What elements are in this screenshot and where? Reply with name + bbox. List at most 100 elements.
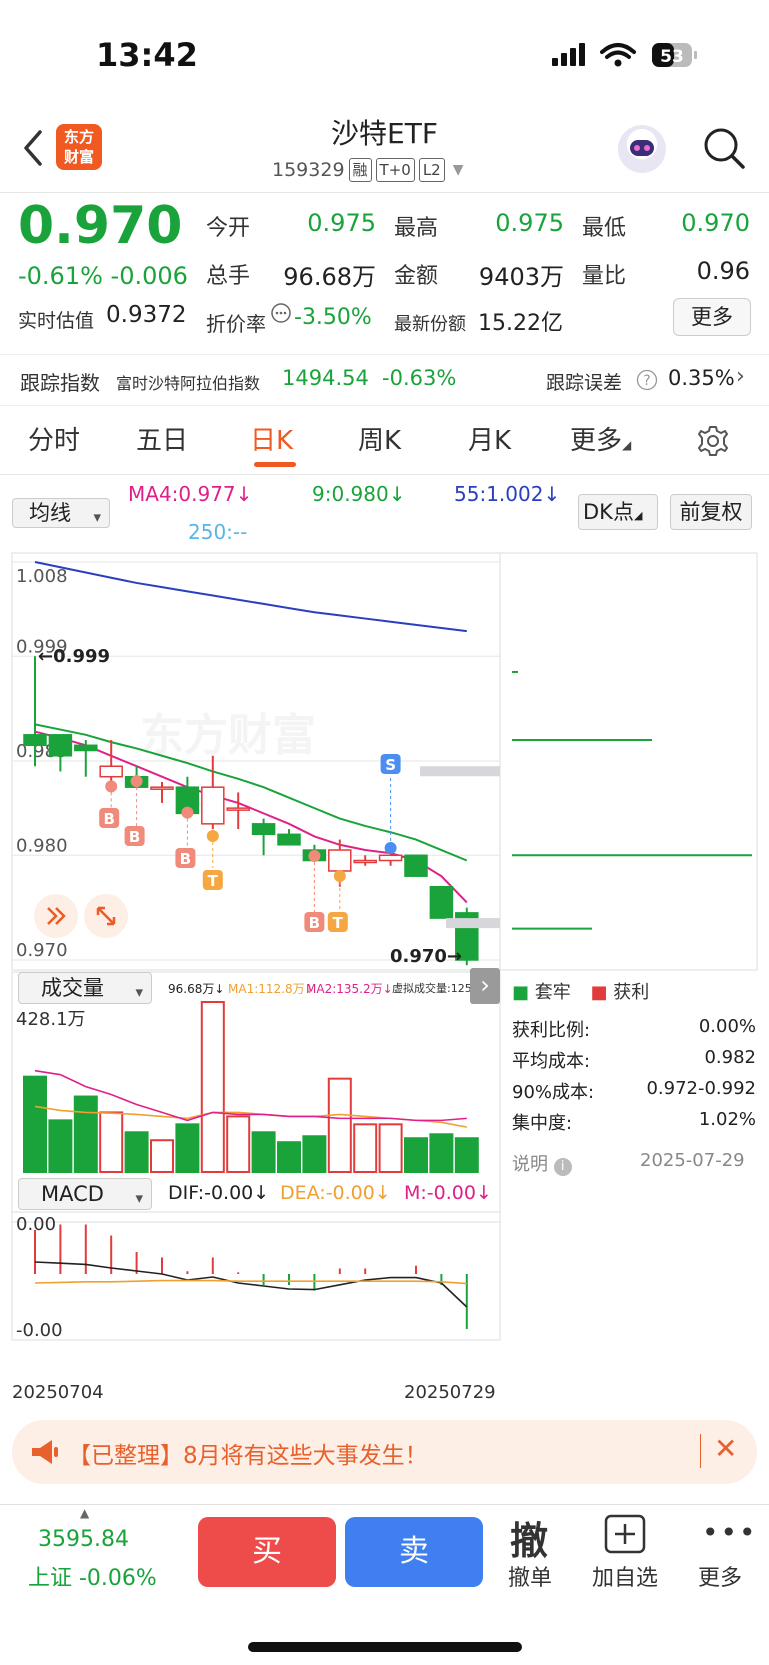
high-value: 0.975	[495, 209, 564, 237]
macd-bottom-label: -0.00	[16, 1320, 63, 1341]
up-triangle-icon: ▲	[80, 1506, 90, 1520]
volume-bar	[327, 1077, 352, 1173]
candle-body	[378, 854, 403, 862]
chevron-right-icon[interactable]: ›	[470, 968, 500, 1004]
y-axis-label: 0.970	[16, 940, 68, 961]
y-axis-label: 0.980	[16, 835, 68, 856]
macd-chart	[34, 1224, 468, 1329]
adjust-button[interactable]: 前复权	[670, 494, 752, 530]
date-start: 20250704	[12, 1382, 104, 1403]
last-price: 0.970	[18, 196, 183, 256]
status-icons: 53	[552, 43, 697, 67]
volume-select[interactable]: 成交量	[18, 972, 152, 1007]
volume-bar	[454, 1137, 479, 1174]
chip-row: 90%成本: 0.972-0.992	[512, 1078, 756, 1103]
date-end: 20250729	[404, 1382, 496, 1403]
volume-bar	[124, 1131, 149, 1174]
volume-bar	[150, 1139, 174, 1174]
volume-bar	[277, 1141, 301, 1173]
active-tab-indicator	[254, 462, 296, 467]
megaphone-icon	[32, 1440, 58, 1464]
index-label[interactable]: 上证 -0.06%	[28, 1560, 157, 1592]
buy-signal-label: B	[180, 850, 191, 868]
buy-button[interactable]: 买	[198, 1517, 336, 1587]
tab-intraday[interactable]: 分时	[28, 420, 80, 457]
volume-ratio-value: 0.96	[696, 257, 750, 285]
volume-bar	[99, 1111, 124, 1173]
open-value: 0.975	[307, 209, 376, 237]
index-value[interactable]: 3595.84	[38, 1527, 129, 1552]
svg-text:53: 53	[660, 47, 684, 67]
tracking-error-value: 0.35%	[668, 366, 735, 390]
add-watchlist-button[interactable]: 加自选	[585, 1560, 665, 1592]
volume-bar	[175, 1123, 200, 1173]
volume-ma2-legend: MA2:135.2万↓	[306, 982, 393, 996]
cancel-order-button[interactable]: 撤单	[490, 1560, 570, 1592]
tab-five-day[interactable]: 五日	[136, 420, 188, 457]
help-icon[interactable]: ?	[636, 369, 658, 391]
tab-more[interactable]: 更多◢	[570, 420, 631, 457]
sell-button[interactable]: 卖	[345, 1517, 483, 1587]
assistant-avatar[interactable]	[618, 125, 666, 173]
signal-dot	[130, 775, 143, 788]
tracking-index-value: 1494.54	[282, 366, 369, 390]
candle-body	[226, 807, 250, 811]
tracking-label: 跟踪指数	[20, 371, 100, 395]
macd-select[interactable]: MACD	[18, 1178, 152, 1213]
expand-arrows-icon	[34, 894, 78, 938]
more-button[interactable]: 更多	[680, 1560, 760, 1592]
chevron-down-icon: ▼	[452, 162, 464, 178]
chip-date: 2025-07-29	[640, 1150, 745, 1171]
tracking-index-change: -0.63%	[382, 366, 457, 390]
close-icon[interactable]: ✕	[714, 1432, 737, 1465]
tracking-index-bar[interactable]: 跟踪指数 富时沙特阿拉伯指数 1494.54 -0.63% 跟踪误差 ? 0.3…	[0, 354, 769, 406]
candle-body	[251, 823, 276, 836]
search-icon[interactable]	[702, 126, 746, 170]
info-icon: i	[553, 1158, 572, 1176]
candle-body	[404, 854, 428, 877]
chip-row: 集中度: 1.02%	[512, 1109, 756, 1134]
ma55-legend: 55:1.002↓	[454, 482, 561, 506]
tracking-error-label: 跟踪误差	[546, 372, 623, 394]
chip-note[interactable]: 说明 i	[512, 1150, 572, 1176]
tab-daily-k[interactable]: 日K	[250, 420, 293, 457]
sell-signal-label: S	[385, 756, 396, 774]
more-info-icon[interactable]	[270, 302, 292, 324]
dk-point-button[interactable]: DK点◢	[578, 494, 658, 530]
high-label: 最高	[394, 216, 439, 241]
chip-distribution	[420, 670, 752, 930]
chip-legend: ■ 套牢 ■ 获利	[512, 982, 650, 1003]
chip-row: 获利比例: 0.00%	[512, 1016, 756, 1041]
ma-select[interactable]: 均线	[12, 498, 110, 531]
add-watchlist-icon[interactable]	[604, 1514, 646, 1554]
candle-body	[328, 849, 352, 872]
volume-bar	[251, 1131, 276, 1174]
tab-weekly-k[interactable]: 周K	[358, 420, 401, 457]
candle-body	[74, 744, 98, 752]
notice-banner[interactable]: 【已整理】8月将有这些大事发生！ ✕	[12, 1420, 757, 1484]
volume-ratio-label: 量比	[582, 264, 627, 289]
dif-legend: DIF:-0.00↓	[168, 1182, 270, 1204]
estimate-label: 实时估值	[18, 310, 95, 332]
dea-legend: DEA:-0.00↓	[280, 1182, 391, 1204]
signal-icon	[552, 43, 585, 66]
tracking-index-name: 富时沙特阿拉伯指数	[116, 374, 261, 393]
wifi-icon	[600, 43, 636, 59]
notice-text: 【已整理】8月将有这些大事发生！	[68, 1443, 428, 1469]
security-code-row: 159329 融 T+0 L2 ▼	[272, 158, 464, 182]
cancel-icon[interactable]: 撤	[510, 1510, 548, 1565]
ma4-legend: MA4:0.977↓	[128, 482, 253, 506]
security-code: 159329	[272, 159, 345, 181]
tab-monthly-k[interactable]: 月K	[468, 420, 511, 457]
more-quote-button[interactable]: 更多	[673, 298, 751, 336]
t0-tag: T+0	[375, 158, 415, 182]
svg-text:?: ?	[643, 373, 650, 389]
candle-body	[353, 859, 377, 864]
more-dots-icon[interactable]: •••	[702, 1516, 758, 1549]
volume-bar	[353, 1123, 378, 1173]
volume-bar	[378, 1123, 403, 1173]
volume-max-label: 428.1万	[16, 1009, 86, 1030]
l2-tag: L2	[418, 158, 445, 182]
gear-icon[interactable]	[696, 424, 730, 458]
candle-body	[150, 786, 174, 790]
